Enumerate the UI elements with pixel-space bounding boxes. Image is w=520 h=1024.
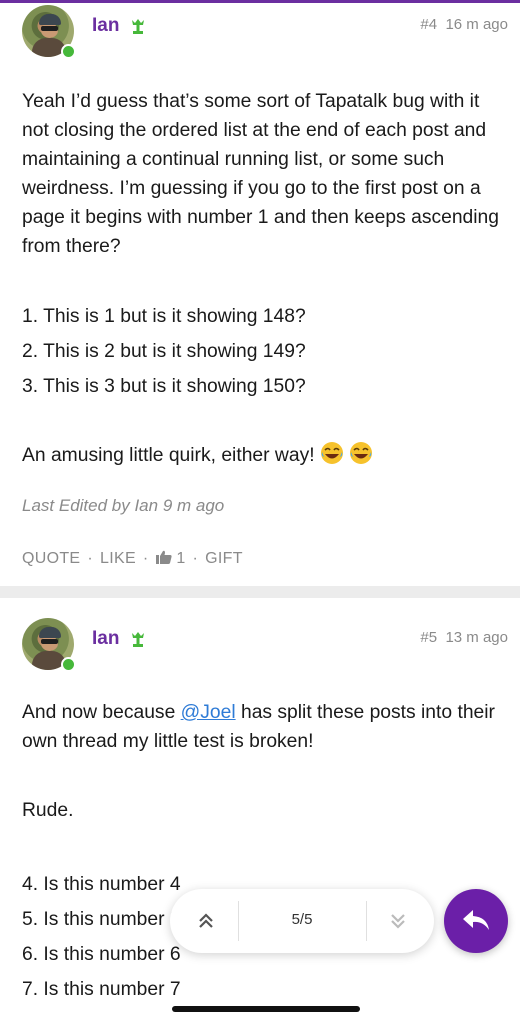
page-navigator: 5/5 xyxy=(170,889,434,953)
quote-button[interactable]: QUOTE xyxy=(22,550,80,567)
reply-button[interactable] xyxy=(444,889,508,953)
username[interactable]: Ian xyxy=(92,628,119,650)
username[interactable]: Ian xyxy=(92,15,119,37)
post-text-part: And now because xyxy=(22,702,181,723)
list-item: 7. Is this number 7 xyxy=(22,979,181,1000)
ordered-list: 1. This is 1 but is it showing 148? 2. T… xyxy=(22,299,502,404)
gift-button[interactable]: GIFT xyxy=(205,550,243,567)
laughing-tears-emoji xyxy=(350,442,373,464)
post-5: Ian #5 13 m ago And now because @Joel ha… xyxy=(0,598,520,1024)
post-text: And now because @Joel has split these po… xyxy=(22,698,502,756)
double-chevron-up-icon xyxy=(199,913,213,928)
post-text: Yeah I’d guess that’s some sort of Tapat… xyxy=(22,91,500,257)
closing-text: An amusing little quirk, either way! xyxy=(22,445,315,466)
thumbs-up-icon xyxy=(155,550,172,564)
post-meta: #4 16 m ago xyxy=(420,16,508,33)
list-item: 3. This is 3 but is it showing 150? xyxy=(22,376,306,397)
post-text: Rude. xyxy=(22,800,74,821)
online-status-dot xyxy=(61,44,76,59)
post-header: Ian #5 13 m ago xyxy=(22,618,510,674)
page-indicator[interactable]: 5/5 xyxy=(240,911,364,928)
home-indicator xyxy=(172,1006,360,1012)
post-meta: #5 13 m ago xyxy=(420,629,508,646)
post-body: Yeah I’d guess that’s some sort of Tapat… xyxy=(22,87,502,261)
post-actions: QUOTE · LIKE · 1 · GIFT xyxy=(22,550,243,567)
post-header: Ian #4 16 m ago xyxy=(22,5,510,61)
post-number: #5 xyxy=(420,629,438,646)
last-edited-note: Last Edited by Ian 9 m ago xyxy=(22,496,225,515)
online-status-dot xyxy=(61,657,76,672)
rank-icon xyxy=(132,632,144,647)
post-divider xyxy=(0,586,520,598)
mention-link[interactable]: @Joel xyxy=(181,702,236,723)
pager-divider xyxy=(238,901,239,941)
post-time: 16 m ago xyxy=(445,16,508,33)
post-time: 13 m ago xyxy=(445,629,508,646)
double-chevron-down-icon xyxy=(391,914,405,929)
post-text-rude: Rude. xyxy=(22,796,502,825)
like-button[interactable]: LIKE xyxy=(100,550,136,567)
post-number: #4 xyxy=(420,16,438,33)
previous-page-button[interactable] xyxy=(176,899,236,943)
list-item: 2. This is 2 but is it showing 149? xyxy=(22,341,306,362)
pager-divider xyxy=(366,901,367,941)
post-4: Ian #4 16 m ago Yeah I’d guess that’s so… xyxy=(0,0,520,586)
post-closing: An amusing little quirk, either way! xyxy=(22,441,502,470)
list-item: 1. This is 1 but is it showing 148? xyxy=(22,306,306,327)
rank-icon xyxy=(132,19,144,34)
post-body: And now because @Joel has split these po… xyxy=(22,698,502,756)
laughing-tears-emoji xyxy=(320,442,343,464)
reply-icon xyxy=(463,910,489,930)
next-page-button[interactable] xyxy=(368,899,428,943)
like-count: 1 xyxy=(176,550,186,567)
